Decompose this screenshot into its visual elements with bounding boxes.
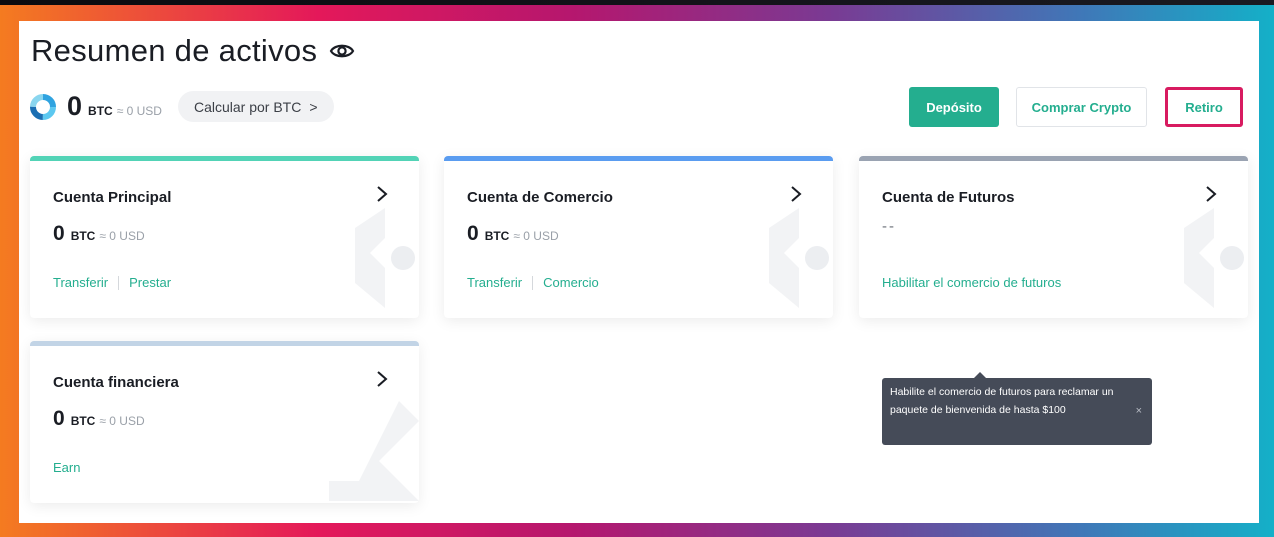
- card-balance-unit: BTC: [70, 229, 96, 243]
- card-title: Cuenta financiera: [53, 374, 179, 391]
- page-title: Resumen de activos: [31, 33, 318, 68]
- chevron-right-icon: >: [309, 98, 318, 115]
- chevron-right-icon[interactable]: [375, 184, 389, 204]
- card-accent-bar: [444, 156, 833, 161]
- card-links: Earn: [53, 460, 80, 475]
- kucoin-watermark-icon: [769, 208, 829, 308]
- kucoin-watermark-icon: [1184, 208, 1244, 308]
- total-balance-unit: BTC: [88, 104, 113, 118]
- close-icon[interactable]: ×: [1136, 402, 1142, 420]
- withdraw-button[interactable]: Retiro: [1165, 87, 1243, 127]
- transfer-link[interactable]: Transferir: [467, 275, 522, 290]
- total-balance-usd: ≈ 0 USD: [116, 104, 162, 118]
- lend-link[interactable]: Prestar: [129, 275, 171, 290]
- card-balance: 0 BTC ≈ 0 USD: [53, 222, 145, 246]
- card-balance-usd: ≈ 0 USD: [99, 414, 145, 428]
- kucoin-watermark-icon: [355, 208, 415, 308]
- card-balance-value: 0: [53, 222, 65, 245]
- card-links: Transferir Prestar: [53, 275, 171, 290]
- card-balance-unit: BTC: [484, 229, 510, 243]
- title-row: Resumen de activos: [31, 33, 355, 69]
- futures-promo-tooltip: Habilite el comercio de futuros para rec…: [882, 372, 1152, 445]
- card-links: Habilitar el comercio de futuros: [882, 275, 1061, 290]
- card-links: Transferir Comercio: [467, 275, 599, 290]
- financial-account-card[interactable]: Cuenta financiera 0 BTC ≈ 0 USD Earn: [30, 341, 419, 503]
- card-balance-placeholder: --: [882, 218, 896, 235]
- top-frame-band: [0, 0, 1274, 5]
- tooltip-arrow: [974, 372, 986, 378]
- card-balance: 0 BTC ≈ 0 USD: [53, 407, 145, 431]
- deposit-button[interactable]: Depósito: [909, 87, 999, 127]
- enable-futures-link[interactable]: Habilitar el comercio de futuros: [882, 275, 1061, 290]
- total-balance-row: 0 BTC ≈ 0 USD Calcular por BTC >: [29, 91, 334, 122]
- chevron-right-icon[interactable]: [375, 369, 389, 389]
- card-title: Cuenta Principal: [53, 189, 172, 206]
- eye-icon[interactable]: [329, 38, 355, 64]
- card-accent-bar: [30, 156, 419, 161]
- card-balance-usd: ≈ 0 USD: [99, 229, 145, 243]
- earn-link[interactable]: Earn: [53, 460, 80, 475]
- futures-account-card[interactable]: Cuenta de Futuros -- Habilitar el comerc…: [859, 156, 1248, 318]
- transfer-link[interactable]: Transferir: [53, 275, 108, 290]
- chevron-right-icon[interactable]: [789, 184, 803, 204]
- asset-summary-panel: Resumen de activos 0 BTC ≈ 0 USD Calcula…: [19, 21, 1259, 523]
- card-title: Cuenta de Comercio: [467, 189, 613, 206]
- asset-donut-icon: [30, 93, 56, 120]
- card-title: Cuenta de Futuros: [882, 189, 1015, 206]
- calculate-by-btc-button[interactable]: Calcular por BTC >: [177, 91, 334, 122]
- card-accent-bar: [30, 341, 419, 346]
- total-balance-value: 0: [67, 91, 83, 121]
- card-balance-unit: BTC: [70, 414, 96, 428]
- card-balance: 0 BTC ≈ 0 USD: [467, 222, 559, 246]
- main-account-card[interactable]: Cuenta Principal 0 BTC ≈ 0 USD Transferi…: [30, 156, 419, 318]
- calculate-by-btc-label: Calcular por BTC: [193, 98, 302, 115]
- chevron-right-icon[interactable]: [1204, 184, 1218, 204]
- tooltip-text: Habilite el comercio de futuros para rec…: [890, 386, 1114, 416]
- trade-link[interactable]: Comercio: [543, 275, 599, 290]
- card-balance-value: 0: [467, 222, 479, 245]
- card-balance-usd: ≈ 0 USD: [513, 229, 559, 243]
- trading-account-card[interactable]: Cuenta de Comercio 0 BTC ≈ 0 USD Transfe…: [444, 156, 833, 318]
- card-balance-value: 0: [53, 407, 65, 430]
- link-divider: [532, 275, 534, 290]
- card-accent-bar: [859, 156, 1248, 161]
- triangle-watermark-icon: [329, 401, 419, 501]
- buy-crypto-button[interactable]: Comprar Crypto: [1016, 87, 1147, 127]
- link-divider: [118, 275, 120, 290]
